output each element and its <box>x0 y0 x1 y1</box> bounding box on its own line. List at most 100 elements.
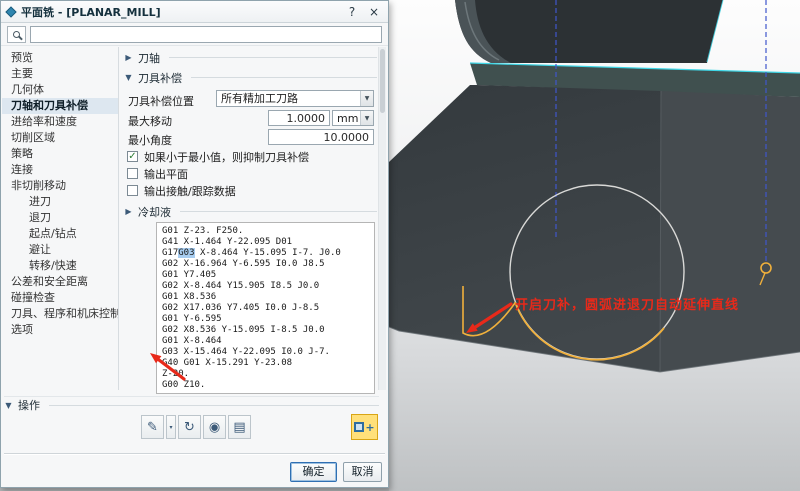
comp-location-label: 刀具补偿位置 <box>128 93 194 109</box>
search-input[interactable] <box>30 26 382 43</box>
gcode-token: X-8.464 Y-15.095 I-7. J0.0 <box>195 248 341 258</box>
graphics-viewport[interactable]: 开启刀补，圆弧进退刀自动延伸直线 <box>389 0 800 491</box>
nav-item-13[interactable]: 避让 <box>2 242 118 258</box>
expand-icon: ▶ <box>124 207 133 216</box>
dialog-titlebar[interactable]: 平面铣 - [PLANAR_MILL] ? × <box>1 1 388 23</box>
planar-mill-dialog: 平面铣 - [PLANAR_MILL] ? × 预览主要几何体刀轴和刀具补偿进给… <box>0 0 389 488</box>
gcode-line-14: Z-20. <box>162 369 369 380</box>
checkbox-label: 如果小于最小值，则抑制刀具补偿 <box>144 149 309 165</box>
replay-toolpath-button[interactable]: ↻ <box>178 415 201 439</box>
section-title: 操作 <box>18 397 40 413</box>
part-front-face-right <box>660 91 800 372</box>
gcode-line-11: G01 X-8.464 <box>162 336 369 347</box>
generate-options-icon: ▾ <box>169 424 172 431</box>
nav-item-9[interactable]: 非切削移动 <box>2 178 118 194</box>
search-icon <box>13 31 20 38</box>
nav-item-14[interactable]: 转移/快速 <box>2 258 118 274</box>
cancel-button[interactable]: 取消 <box>343 462 382 482</box>
generate-toolpath-icon: ✎ <box>147 420 158 435</box>
section-header-tool-axis[interactable]: ▶ 刀轴 <box>124 49 377 66</box>
footer-divider <box>4 453 385 455</box>
nav-item-3[interactable]: 几何体 <box>2 82 118 98</box>
section-title: 刀轴 <box>138 50 160 66</box>
expand-icon: ▼ <box>124 73 133 82</box>
min-angle-label: 最小角度 <box>128 132 172 148</box>
ok-button[interactable]: 确定 <box>290 462 337 482</box>
nav-item-7[interactable]: 策略 <box>2 146 118 162</box>
help-button[interactable]: ? <box>344 4 360 20</box>
gcode-line-4: G02 X-16.964 Y-6.595 I0.0 J8.5 <box>162 259 369 270</box>
dialog-title: 平面铣 - [PLANAR_MILL] <box>21 4 338 20</box>
dialog-icon <box>5 6 16 17</box>
simulation-icon <box>354 422 364 432</box>
checkbox-row-3[interactable]: 输出接触/跟踪数据 <box>127 182 377 199</box>
gcode-line-7: G01 X8.536 <box>162 292 369 303</box>
gcode-line-8: G02 X17.036 Y7.405 I0.0 J-8.5 <box>162 303 369 314</box>
application-root: 开启刀补，圆弧进退刀自动延伸直线 平面铣 - [PLANAR_MILL] ? ×… <box>0 0 800 491</box>
plus-icon: + <box>365 421 374 434</box>
section-header-tool-comp[interactable]: ▼ 刀具补偿 <box>124 69 377 86</box>
gcode-line-12: G03 X-15.464 Y-22.095 I0.0 J-7. <box>162 347 369 358</box>
search-button[interactable] <box>7 26 26 43</box>
list-toolpath-icon: ▤ <box>233 420 245 435</box>
verify-toolpath-button[interactable]: ◉ <box>203 415 226 439</box>
gcode-token: G17 <box>162 248 178 258</box>
close-button[interactable]: × <box>366 4 382 20</box>
nav-item-17[interactable]: 刀具、程序和机床控制 <box>2 306 118 322</box>
checkbox-row-2[interactable]: 输出平面 <box>127 165 377 182</box>
min-angle-input[interactable] <box>268 129 374 145</box>
nav-item-6[interactable]: 切削区域 <box>2 130 118 146</box>
expand-icon: ▶ <box>124 53 133 62</box>
checkbox-unchecked-icon[interactable] <box>127 185 138 196</box>
chevron-down-icon[interactable]: ▼ <box>360 111 373 125</box>
chevron-down-icon[interactable]: ▼ <box>360 91 373 106</box>
nav-item-5[interactable]: 进给率和速度 <box>2 114 118 130</box>
gcode-line-9: G01 Y-6.595 <box>162 314 369 325</box>
search-bar <box>1 23 388 46</box>
replay-toolpath-icon: ↻ <box>184 420 195 435</box>
section-title: 刀具补偿 <box>138 70 182 86</box>
nav-item-18[interactable]: 选项 <box>2 322 118 338</box>
nav-item-10[interactable]: 进刀 <box>2 194 118 210</box>
scrollbar-thumb[interactable] <box>380 49 385 113</box>
dropdown-value: 所有精加工刀路 <box>217 91 360 106</box>
gcode-line-13: G40 G01 X-15.291 Y-23.08 <box>162 358 369 369</box>
checkbox-row-1[interactable]: ✓ 如果小于最小值，则抑制刀具补偿 <box>127 148 377 165</box>
section-header-coolant[interactable]: ▶ 冷却液 <box>124 203 377 220</box>
list-toolpath-button[interactable]: ▤ <box>228 415 251 439</box>
nav-item-1[interactable]: 预览 <box>2 50 118 66</box>
gcode-snippet-overlay: G01 Z-23. F250.G41 X-1.464 Y-22.095 D01G… <box>156 222 375 394</box>
gcode-line-5: G01 Y7.405 <box>162 270 369 281</box>
content-scrollbar[interactable] <box>378 47 386 390</box>
max-move-label: 最大移动 <box>128 113 172 129</box>
checkbox-label: 输出平面 <box>144 166 188 182</box>
checkbox-unchecked-icon[interactable] <box>127 168 138 179</box>
comp-location-dropdown[interactable]: 所有精加工刀路 ▼ <box>216 90 374 107</box>
section-header-actions[interactable]: ▼ 操作 <box>4 396 379 413</box>
nav-item-2[interactable]: 主要 <box>2 66 118 82</box>
gcode-line-6: G02 X-8.464 Y15.905 I8.5 J0.0 <box>162 281 369 292</box>
nav-item-15[interactable]: 公差和安全距离 <box>2 274 118 290</box>
checkbox-checked-icon[interactable]: ✓ <box>127 151 138 162</box>
gcode-line-15: G00 Z10. <box>162 380 369 391</box>
nav-item-4[interactable]: 刀轴和刀具补偿 <box>2 98 118 114</box>
unit-dropdown[interactable]: mm ▼ <box>332 110 374 126</box>
gcode-line-10: G02 X8.536 Y-15.095 I-8.5 J0.0 <box>162 325 369 336</box>
action-icon-group: ✎ ▾ ↻ ◉ ▤ <box>141 415 251 439</box>
dropdown-value: mm <box>333 111 360 125</box>
gcode-text: G01 Z-23. F250.G41 X-1.464 Y-22.095 D01G… <box>162 226 369 391</box>
part-front-face-left <box>389 85 661 372</box>
simulation-button[interactable]: + <box>351 414 378 440</box>
max-move-input[interactable] <box>268 110 330 126</box>
nav-item-12[interactable]: 起点/钻点 <box>2 226 118 242</box>
part-3d-render <box>389 0 800 491</box>
expand-icon: ▼ <box>4 401 13 410</box>
checkbox-group: ✓ 如果小于最小值，则抑制刀具补偿输出平面输出接触/跟踪数据 <box>127 148 377 199</box>
nav-item-11[interactable]: 退刀 <box>2 210 118 226</box>
toolpath-annotation-note: 开启刀补，圆弧进退刀自动延伸直线 <box>515 294 739 313</box>
generate-toolpath-button[interactable]: ✎ <box>141 415 164 439</box>
nav-item-8[interactable]: 连接 <box>2 162 118 178</box>
generate-options-button[interactable]: ▾ <box>166 415 176 439</box>
nav-item-16[interactable]: 碰撞检查 <box>2 290 118 306</box>
section-title: 冷却液 <box>138 204 171 220</box>
